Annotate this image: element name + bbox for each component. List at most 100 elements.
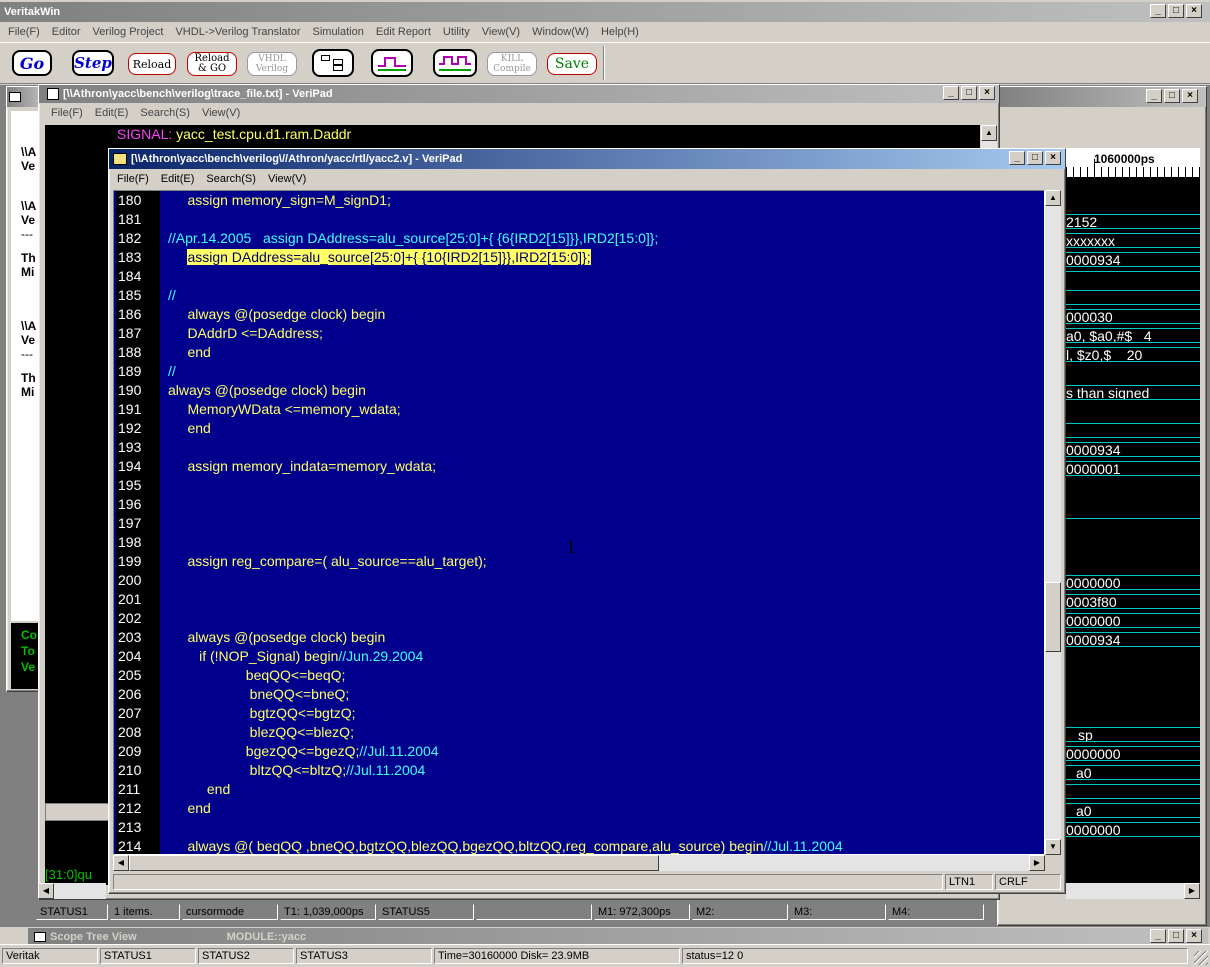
editor-hscroll[interactable]: ◀ ▶ xyxy=(113,855,1045,871)
menu-file[interactable]: File(F) xyxy=(2,26,46,38)
code-line[interactable]: bgezQQ<=bgezQ;//Jul.11.2004 xyxy=(168,742,1044,761)
wave-signal-row[interactable]: 0000934 xyxy=(1066,632,1200,647)
trace-hscroll[interactable]: ◀ xyxy=(38,883,106,899)
minimize-icon[interactable]: _ xyxy=(943,86,959,100)
code-line[interactable]: //Apr.14.2005 assign DAddress=alu_source… xyxy=(168,229,1044,248)
code-line[interactable]: end xyxy=(168,419,1044,438)
scroll-thumb[interactable] xyxy=(1045,582,1061,652)
close-icon[interactable]: × xyxy=(979,86,995,100)
wave-signal-row[interactable]: 0000001 xyxy=(1066,461,1200,476)
code-line[interactable]: blezQQ<=blezQ; xyxy=(168,723,1044,742)
close-icon[interactable]: × xyxy=(1186,929,1202,943)
wave-signal-row[interactable]: 0000000 xyxy=(1066,613,1200,628)
code-line[interactable]: MemoryWData <=memory_wdata; xyxy=(168,400,1044,419)
code-line[interactable]: assign reg_compare=( alu_source==alu_tar… xyxy=(168,552,1044,571)
wave-signal-row[interactable]: a0 xyxy=(1066,765,1200,780)
save-button[interactable]: Save xyxy=(547,53,597,75)
menu-edit[interactable]: Edit(E) xyxy=(89,107,135,119)
code-line[interactable]: bgtzQQ<=bgtzQ; xyxy=(168,704,1044,723)
scroll-right-icon[interactable]: ▶ xyxy=(1029,855,1045,871)
code-line[interactable]: always @(posedge clock) begin xyxy=(168,305,1044,324)
code-line[interactable]: DAddrD <=DAddress; xyxy=(168,324,1044,343)
wave-signal-row[interactable]: a0 xyxy=(1066,803,1200,818)
menu-utility[interactable]: Utility xyxy=(437,26,476,38)
menu-view[interactable]: View(V) xyxy=(476,26,526,38)
wave-signal-row[interactable] xyxy=(1066,784,1200,799)
code-line[interactable]: beqQQ<=beqQ; xyxy=(168,666,1044,685)
maximize-icon[interactable]: □ xyxy=(1168,4,1184,18)
code-line[interactable]: always @( beqQQ ,bneQQ,bgtzQQ,blezQQ,bge… xyxy=(168,837,1044,854)
wave-signal-row[interactable]: 0000000 xyxy=(1066,746,1200,761)
menu-view[interactable]: View(V) xyxy=(196,107,246,119)
minimize-icon[interactable]: _ xyxy=(1146,89,1162,103)
menu-vhdl-translator[interactable]: VHDL->Verilog Translator xyxy=(169,26,306,38)
minimize-icon[interactable]: _ xyxy=(1009,151,1025,165)
code-line[interactable] xyxy=(168,514,1044,533)
menu-window[interactable]: Window(W) xyxy=(526,26,595,38)
scroll-right-icon[interactable]: ▶ xyxy=(1184,883,1200,899)
scroll-up-icon[interactable]: ▲ xyxy=(1045,190,1061,206)
reload-go-button[interactable]: Reload & GO xyxy=(187,52,237,76)
close-icon[interactable]: × xyxy=(1182,89,1198,103)
code-line[interactable]: bltzQQ<=bltzQ;//Jul.11.2004 xyxy=(168,761,1044,780)
code-line[interactable]: always @(posedge clock) begin xyxy=(168,628,1044,647)
resize-grip-icon[interactable] xyxy=(1194,951,1208,965)
code-line[interactable] xyxy=(168,533,1044,552)
menu-help[interactable]: Help(H) xyxy=(595,26,645,38)
maximize-icon[interactable]: □ xyxy=(961,86,977,100)
waveform-button[interactable] xyxy=(371,49,413,77)
wave-signal-row[interactable]: 0000000 xyxy=(1066,575,1200,590)
vhdl-verilog-button[interactable]: VHDL Verilog xyxy=(247,52,297,76)
wave-signal-row[interactable]: sp xyxy=(1066,727,1200,742)
menu-simulation[interactable]: Simulation xyxy=(307,26,370,38)
scroll-left-icon[interactable]: ◀ xyxy=(38,883,54,899)
menu-editor[interactable]: Editor xyxy=(46,26,87,38)
code-line[interactable] xyxy=(168,495,1044,514)
code-line[interactable]: end xyxy=(168,799,1044,818)
wave-signal-row[interactable]: a0, $a0,#$ 4 xyxy=(1066,328,1200,343)
menu-file[interactable]: File(F) xyxy=(45,107,89,119)
code-line[interactable]: assign memory_indata=memory_wdata; xyxy=(168,457,1044,476)
waveform-multi-button[interactable] xyxy=(433,49,477,77)
wave-signal-row[interactable]: 0000000 xyxy=(1066,822,1200,837)
maximize-icon[interactable]: □ xyxy=(1164,89,1180,103)
code-line[interactable]: end xyxy=(168,780,1044,799)
code-line[interactable]: // xyxy=(168,286,1044,305)
wave-signal-row[interactable]: 0000934 xyxy=(1066,442,1200,457)
close-icon[interactable]: × xyxy=(1186,4,1202,18)
wave-signal-row[interactable]: 0000934 xyxy=(1066,252,1200,267)
code-editor[interactable]: 180 181 182 183 184 185 186 187 188 189 190 191 192 1… xyxy=(113,190,1045,855)
close-icon[interactable]: × xyxy=(1045,151,1061,165)
code-line[interactable] xyxy=(168,609,1044,628)
wave-signal-row[interactable] xyxy=(1066,271,1200,279)
hierarchy-button[interactable] xyxy=(312,49,354,77)
code-line-highlighted[interactable]: assign DAddress=alu_source[25:0]+{ {10{I… xyxy=(168,248,1044,267)
code-line[interactable] xyxy=(168,590,1044,609)
code-line[interactable] xyxy=(168,210,1044,229)
editor-vscroll[interactable]: ▲ ▼ xyxy=(1045,190,1061,855)
code-line[interactable]: end xyxy=(168,343,1044,362)
kill-compile-button[interactable]: KILL Compile xyxy=(487,52,537,76)
menu-search[interactable]: Search(S) xyxy=(200,173,262,185)
wave-signal-row[interactable]: 000030 xyxy=(1066,309,1200,324)
hscroll-thumb[interactable] xyxy=(129,855,659,871)
code-line[interactable]: always @(posedge clock) begin xyxy=(168,381,1044,400)
menu-file[interactable]: File(F) xyxy=(111,173,155,185)
menu-edit-report[interactable]: Edit Report xyxy=(370,26,437,38)
wave-signal-row[interactable]: 2152 xyxy=(1066,214,1200,229)
wave-signal-row[interactable]: l, $z0,$ 20 xyxy=(1066,347,1200,362)
go-button[interactable]: Go xyxy=(12,50,52,76)
wave-signal-row[interactable] xyxy=(1066,423,1200,438)
wave-signal-row[interactable]: xxxxxxx xyxy=(1066,233,1200,248)
code-line[interactable] xyxy=(168,438,1044,457)
menu-search[interactable]: Search(S) xyxy=(134,107,196,119)
scroll-down-icon[interactable]: ▼ xyxy=(1045,839,1061,855)
minimize-icon[interactable]: _ xyxy=(1150,929,1166,943)
menu-verilog-project[interactable]: Verilog Project xyxy=(87,26,170,38)
code-line[interactable] xyxy=(168,571,1044,590)
code-line[interactable] xyxy=(168,818,1044,837)
wave-signal-row[interactable] xyxy=(1066,290,1200,305)
code-line[interactable]: bneQQ<=bneQ; xyxy=(168,685,1044,704)
menu-view[interactable]: View(V) xyxy=(262,173,312,185)
wave-signal-row[interactable] xyxy=(1066,518,1200,519)
